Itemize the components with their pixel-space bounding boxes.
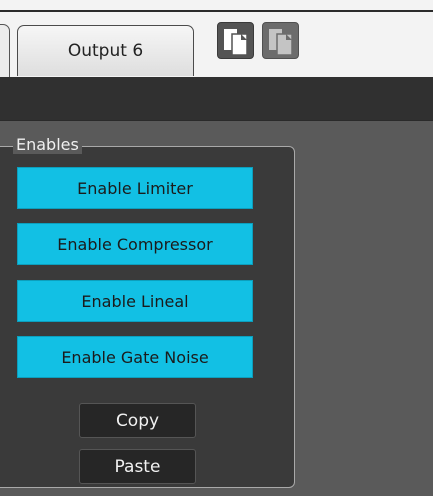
paste-settings-button[interactable] — [262, 22, 299, 59]
copy-pages-icon — [224, 29, 248, 56]
enable-limiter-button[interactable]: Enable Limiter — [17, 167, 253, 209]
sub-toolbar — [0, 77, 433, 121]
paste-button[interactable]: Paste — [79, 449, 196, 484]
top-divider — [0, 10, 433, 12]
enables-legend: Enables — [13, 136, 82, 154]
tab-output-6[interactable]: Output 6 — [17, 25, 194, 76]
paste-pages-icon — [269, 29, 293, 56]
top-bar: Output 6 — [0, 0, 433, 78]
copy-button[interactable]: Copy — [79, 403, 196, 438]
copy-settings-button[interactable] — [217, 22, 254, 59]
tab-previous-edge[interactable] — [0, 24, 10, 78]
enable-lineal-button[interactable]: Enable Lineal — [17, 280, 253, 322]
tab-output-6-label: Output 6 — [67, 41, 144, 61]
enable-gate-noise-button[interactable]: Enable Gate Noise — [17, 336, 253, 378]
enable-compressor-button[interactable]: Enable Compressor — [17, 223, 253, 265]
